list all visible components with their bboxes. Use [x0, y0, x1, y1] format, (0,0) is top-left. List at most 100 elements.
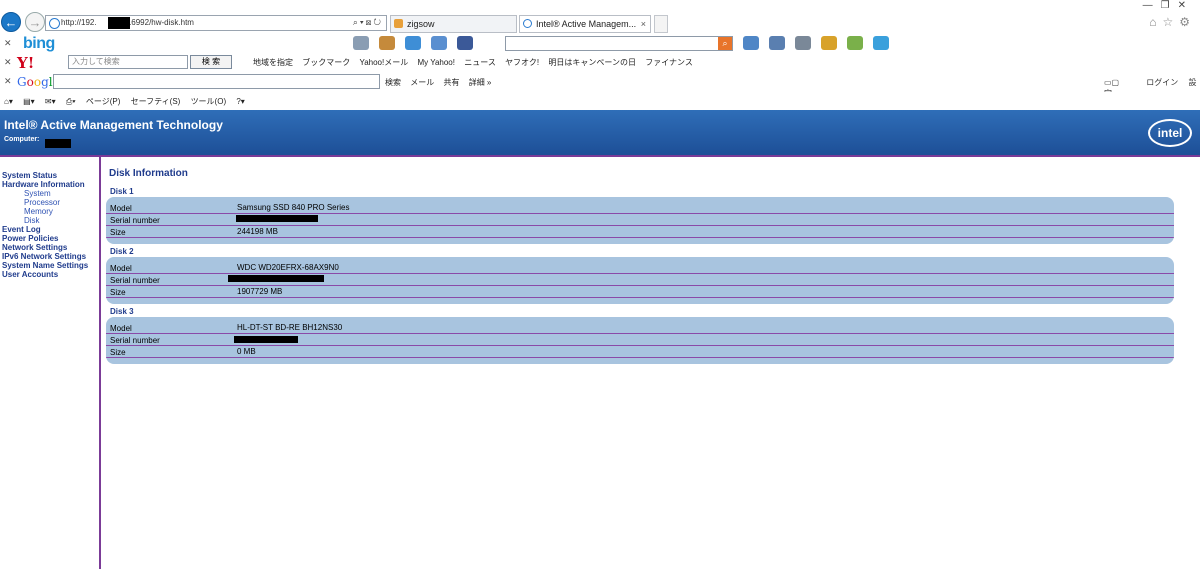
google-more-button[interactable]: 詳細 » [469, 78, 492, 87]
sidebar-item-ipv6-network-settings[interactable]: IPv6 Network Settings [2, 252, 86, 261]
new-tab-button[interactable] [654, 15, 668, 33]
disk-label: Disk 1 [110, 187, 134, 196]
serial-key: Serial number [110, 276, 160, 285]
back-button[interactable]: ← [1, 12, 21, 32]
size-value: 244198 MB [237, 227, 278, 236]
google-search-button[interactable]: 検索 [385, 78, 401, 87]
google-links: 検索 メール 共有 詳細 » [385, 77, 498, 88]
tab-zigsow[interactable]: zigsow [390, 15, 517, 33]
mail-icon[interactable]: ✉▾ [45, 97, 56, 106]
row-divider [106, 357, 1174, 358]
size-value: 1907729 MB [237, 287, 283, 296]
sidebar-item-user-accounts[interactable]: User Accounts [2, 270, 58, 279]
forward-button[interactable]: → [25, 12, 45, 32]
disk-label: Disk 3 [110, 307, 134, 316]
page-heading: Disk Information [109, 168, 188, 179]
bing-toolbar-icons [353, 36, 483, 50]
sidebar-item-system-name-settings[interactable]: System Name Settings [2, 261, 88, 270]
model-value: WDC WD20EFRX-68AX9N0 [237, 263, 339, 272]
yahoo-link-bookmark[interactable]: ブックマーク [302, 58, 350, 67]
sidebar-item-memory[interactable]: Memory [24, 207, 53, 216]
google-search-input[interactable] [53, 74, 380, 89]
sidebar-item-processor[interactable]: Processor [24, 198, 60, 207]
disk-info-table: Model WDC WD20EFRX-68AX9N0 Serial number… [106, 257, 1174, 304]
google-share-button[interactable]: 共有 [443, 78, 459, 87]
model-value: Samsung SSD 840 PRO Series [237, 203, 350, 212]
yahoo-link-finance[interactable]: ファイナンス [645, 58, 693, 67]
close-toolbar-icon[interactable]: ✕ [4, 57, 12, 68]
row-divider [106, 237, 1174, 238]
sidebar-item-event-log[interactable]: Event Log [2, 225, 41, 234]
sidebar-item-power-policies[interactable]: Power Policies [2, 234, 58, 243]
model-key: Model [110, 204, 132, 213]
chat-icon[interactable] [769, 36, 785, 50]
search-icon[interactable]: ⌕ [718, 37, 732, 50]
row-divider [106, 297, 1174, 298]
video-icon[interactable] [795, 36, 811, 50]
yahoo-link-myyahoo[interactable]: My Yahoo! [417, 58, 455, 67]
google-mail-button[interactable]: メール [410, 78, 434, 87]
tools-menu[interactable]: ツール(O) [191, 97, 227, 106]
sidebar-item-network-settings[interactable]: Network Settings [2, 243, 67, 252]
size-key: Size [110, 288, 126, 297]
close-toolbar-icon[interactable]: ✕ [4, 76, 12, 87]
size-key: Size [110, 348, 126, 357]
spaces-icon[interactable] [873, 36, 889, 50]
help-icon[interactable]: ?▾ [236, 97, 244, 106]
home-favorites-settings-icons[interactable]: ⌂☆⚙ [1149, 15, 1196, 29]
yahoo-link-region[interactable]: 地域を指定 [253, 58, 293, 67]
row-divider [106, 213, 1174, 214]
print-icon[interactable]: ⎙▾ [66, 97, 76, 106]
row-divider [106, 273, 1174, 274]
bing-search-input[interactable]: ⌕ [505, 36, 733, 51]
redacted-computer-name [45, 139, 71, 148]
tab-intel-amt[interactable]: Intel® Active Managem... × [519, 15, 651, 33]
disk-info-table: Model Samsung SSD 840 PRO Series Serial … [106, 197, 1174, 244]
yahoo-link-mail[interactable]: Yahoo!メール [359, 58, 408, 67]
yahoo-link-news[interactable]: ニュース [464, 58, 496, 67]
home-icon[interactable]: ⌂▾ [4, 97, 13, 106]
news-icon[interactable] [379, 36, 395, 50]
page-menu[interactable]: ページ(P) [86, 97, 121, 106]
page-title-banner: Intel® Active Management Technology [4, 118, 223, 132]
serial-key: Serial number [110, 336, 160, 345]
zigsow-favicon [394, 19, 403, 28]
weather-icon[interactable] [405, 36, 421, 50]
messenger-icon[interactable] [847, 36, 863, 50]
like-icon[interactable] [743, 36, 759, 50]
yahoo-search-input[interactable]: 入力して検索 [68, 55, 188, 69]
close-tab-icon[interactable]: × [641, 16, 646, 32]
yahoo-links: 地域を指定 ブックマーク Yahoo!メール My Yahoo! ニュース ヤフ… [253, 57, 700, 68]
mail-icon[interactable] [431, 36, 447, 50]
row-divider [106, 225, 1174, 226]
sidebar-item-system-status[interactable]: System Status [2, 171, 57, 180]
tool-icon[interactable] [353, 36, 369, 50]
row-divider [106, 333, 1174, 334]
safety-menu[interactable]: セーフティ(S) [131, 97, 181, 106]
window-controls[interactable]: —❐✕ [1143, 0, 1194, 11]
close-toolbar-icon[interactable]: ✕ [4, 38, 12, 49]
toggle-icon[interactable]: ▭▢ [1104, 78, 1134, 87]
computer-label: Computer: [4, 136, 40, 143]
address-bar[interactable]: http://192.:16992/hw-disk.htm ⌕▾⊠↻ [45, 15, 387, 31]
redacted-ip-mask [108, 17, 130, 29]
disk-label: Disk 2 [110, 247, 134, 256]
model-key: Model [110, 324, 132, 333]
facebook-icon[interactable] [457, 36, 473, 50]
yahoo-search-button[interactable]: 検 索 [190, 55, 232, 69]
address-controls[interactable]: ⌕▾⊠↻ [353, 17, 383, 28]
ie-page-icon [49, 18, 60, 29]
model-value: HL-DT-ST BD-RE BH12NS30 [237, 323, 343, 332]
disk-info-table: Model HL-DT-ST BD-RE BH12NS30 Serial num… [106, 317, 1174, 364]
yahoo-link-campaign[interactable]: 明日はキャンペーンの日 [548, 58, 636, 67]
yahoo-link-auction[interactable]: ヤフオク! [505, 58, 539, 67]
bing-logo: bing [23, 35, 55, 52]
star-icon[interactable] [821, 36, 837, 50]
amt-header: Intel® Active Management Technology Comp… [0, 110, 1200, 155]
sidebar-item-system[interactable]: System [24, 189, 51, 198]
sidebar-item-disk[interactable]: Disk [24, 216, 40, 225]
sidebar-item-hardware-information[interactable]: Hardware Information [2, 180, 85, 189]
model-key: Model [110, 264, 132, 273]
google-login-link[interactable]: ログイン [1146, 78, 1178, 87]
feeds-icon[interactable]: ▤▾ [23, 97, 35, 106]
